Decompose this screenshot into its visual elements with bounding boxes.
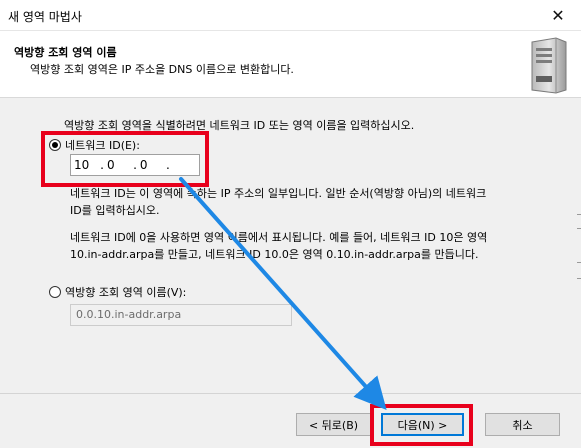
footer-divider <box>0 393 581 394</box>
desc2-line1: 네트워크 ID에 0을 사용하면 영역 이름에서 표시됩니다. 예를 들어, 네… <box>70 231 488 244</box>
cancel-button[interactable]: 취소 <box>485 413 560 436</box>
desc1-line2: ID를 입력하십시오. <box>70 204 160 217</box>
network-id-description-1: 네트워크 ID는 이 영역에 속하는 IP 주소의 일부입니다. 일반 순서(역… <box>70 185 486 219</box>
desc2-line2: 10.in-addr.arpa를 만들고, 네트워크 ID 10.0은 영역 0… <box>70 248 479 261</box>
edge-mark <box>577 262 581 263</box>
edge-mark <box>577 278 581 279</box>
back-button[interactable]: < 뒤로(B) <box>296 413 371 436</box>
highlight-network-id <box>41 131 209 187</box>
page-title: 역방향 조회 영역 이름 <box>14 46 117 59</box>
edge-mark <box>577 228 581 229</box>
page-subtitle: 역방향 조회 영역은 IP 주소을 DNS 이름으로 변환합니다. <box>30 63 294 76</box>
title-bar: 새 영역 마법사 ✕ <box>0 0 581 31</box>
server-icon <box>531 37 567 94</box>
zone-name-input[interactable]: 0.0.10.in-addr.arpa <box>70 304 292 326</box>
wizard-header: 역방향 조회 영역 이름 역방향 조회 영역은 IP 주소을 DNS 이름으로 … <box>0 31 581 98</box>
zone-name-radio-row[interactable]: 역방향 조회 영역 이름(V): <box>49 284 186 300</box>
desc1-line1: 네트워크 ID는 이 영역에 속하는 IP 주소의 일부입니다. 일반 순서(역… <box>70 187 487 200</box>
zone-name-radio[interactable] <box>49 286 61 298</box>
network-id-description-2: 네트워크 ID에 0을 사용하면 영역 이름에서 표시됩니다. 예를 들어, 네… <box>70 229 487 263</box>
edge-mark <box>577 214 581 215</box>
highlight-next-button <box>370 404 473 446</box>
zone-name-label: 역방향 조회 영역 이름(V): <box>65 286 187 299</box>
window-title: 새 영역 마법사 <box>8 10 82 24</box>
close-icon[interactable]: ✕ <box>535 0 581 30</box>
